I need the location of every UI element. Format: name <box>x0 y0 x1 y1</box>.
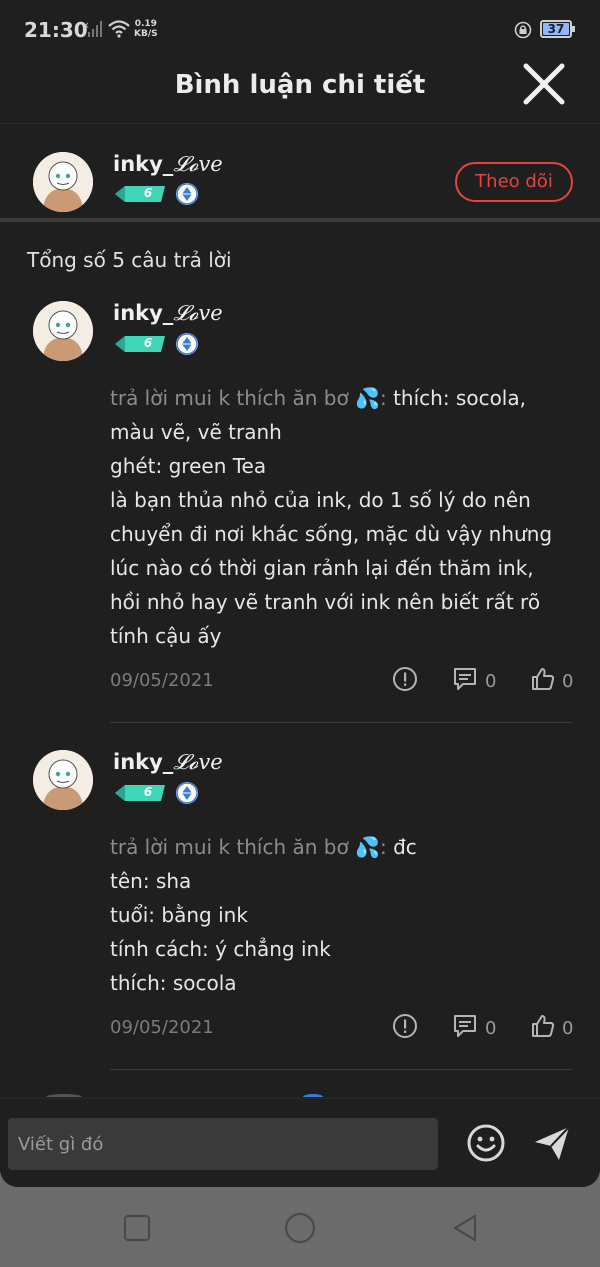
comment-icon <box>454 1015 476 1037</box>
rotation-lock-icon <box>514 21 532 39</box>
like-count: 0 <box>562 671 574 692</box>
back-icon[interactable] <box>450 1213 480 1243</box>
diamond-icon <box>176 782 198 804</box>
author-name[interactable]: inky_𝓛𝓸ve <box>113 152 223 177</box>
avatar[interactable] <box>33 301 93 361</box>
follow-button[interactable]: Theo dõi <box>455 162 573 202</box>
report-button[interactable] <box>392 1013 422 1043</box>
report-icon <box>393 1014 417 1038</box>
report-icon <box>393 667 417 691</box>
thumbs-up-icon <box>532 1015 555 1037</box>
reply-date: 09/05/2021 <box>110 1017 214 1038</box>
reply-meta: 09/05/2021 0 0 <box>110 666 573 696</box>
like-button[interactable]: 0 <box>530 1013 580 1043</box>
diamond-icon <box>176 333 198 355</box>
avatar[interactable] <box>33 152 93 212</box>
section-divider <box>0 218 600 222</box>
signal-icon: × <box>82 21 102 37</box>
replies-count-label: Tổng số 5 câu trả lời <box>27 248 232 272</box>
avatar-image <box>33 301 93 361</box>
comment-composer <box>0 1098 600 1187</box>
avatar-image <box>33 750 93 810</box>
svg-text:×: × <box>82 21 90 31</box>
reply-to-label[interactable]: trả lời mui k thích ăn bơ 💦: <box>110 386 387 410</box>
reply-divider <box>110 1069 573 1070</box>
like-count: 0 <box>562 1018 574 1039</box>
app-screen: 21:30 × 0.19 KB/S 37 Bình luận chi tiết … <box>0 0 600 1187</box>
reply-body: trả lời mui k thích ăn bơ 💦: thích: soco… <box>110 386 553 648</box>
close-icon[interactable] <box>522 62 566 106</box>
comment-button[interactable]: 0 <box>452 666 502 696</box>
comment-icon <box>454 668 476 690</box>
battery-indicator: 37 <box>540 20 575 38</box>
level-badge: 6 <box>115 783 165 803</box>
avatar-image <box>33 152 93 212</box>
like-button[interactable]: 0 <box>530 666 580 696</box>
comment-input[interactable] <box>8 1118 438 1170</box>
reply-author-name[interactable]: inky_𝓛𝓸ve <box>113 301 223 326</box>
reply-to-label[interactable]: trả lời mui k thích ăn bơ 💦: <box>110 835 387 859</box>
report-button[interactable] <box>392 666 422 696</box>
diamond-icon <box>176 183 198 205</box>
wifi-icon <box>108 20 130 38</box>
send-icon[interactable] <box>532 1123 572 1163</box>
page-header: Bình luận chi tiết <box>0 60 600 124</box>
network-speed: 0.19 KB/S <box>134 19 158 39</box>
post-author-row: inky_𝓛𝓸ve 6 Theo dõi <box>0 124 600 218</box>
recent-apps-icon[interactable] <box>122 1213 152 1243</box>
status-bar: 21:30 × 0.19 KB/S 37 <box>0 0 600 60</box>
level-badge: 6 <box>115 334 165 354</box>
verified-badge <box>176 333 198 355</box>
reply-author-name[interactable]: inky_𝓛𝓸ve <box>113 750 223 775</box>
page-title: Bình luận chi tiết <box>174 70 426 100</box>
reply-divider <box>110 722 573 723</box>
reply-item: inky_𝓛𝓸ve 6 trả lời mui k thích ăn bơ 💦:… <box>0 745 600 1075</box>
comment-button[interactable]: 0 <box>452 1013 502 1043</box>
level-badge: 6 <box>115 184 165 204</box>
status-time: 21:30 <box>24 18 88 42</box>
reply-item: inky_𝓛𝓸ve 6 trả lời mui k thích ăn bơ 💦:… <box>0 296 600 726</box>
emoji-icon[interactable] <box>466 1123 506 1163</box>
comment-count: 0 <box>485 671 497 692</box>
verified-badge <box>176 183 198 205</box>
verified-badge <box>176 782 198 804</box>
avatar[interactable] <box>33 750 93 810</box>
reply-meta: 09/05/2021 0 0 <box>110 1013 573 1043</box>
system-nav-bar <box>0 1187 600 1267</box>
comment-count: 0 <box>485 1018 497 1039</box>
home-icon[interactable] <box>284 1212 316 1244</box>
thumbs-up-icon <box>532 668 555 690</box>
reply-date: 09/05/2021 <box>110 670 214 691</box>
reply-body: trả lời mui k thích ăn bơ 💦: đc tên: sha… <box>110 835 417 995</box>
